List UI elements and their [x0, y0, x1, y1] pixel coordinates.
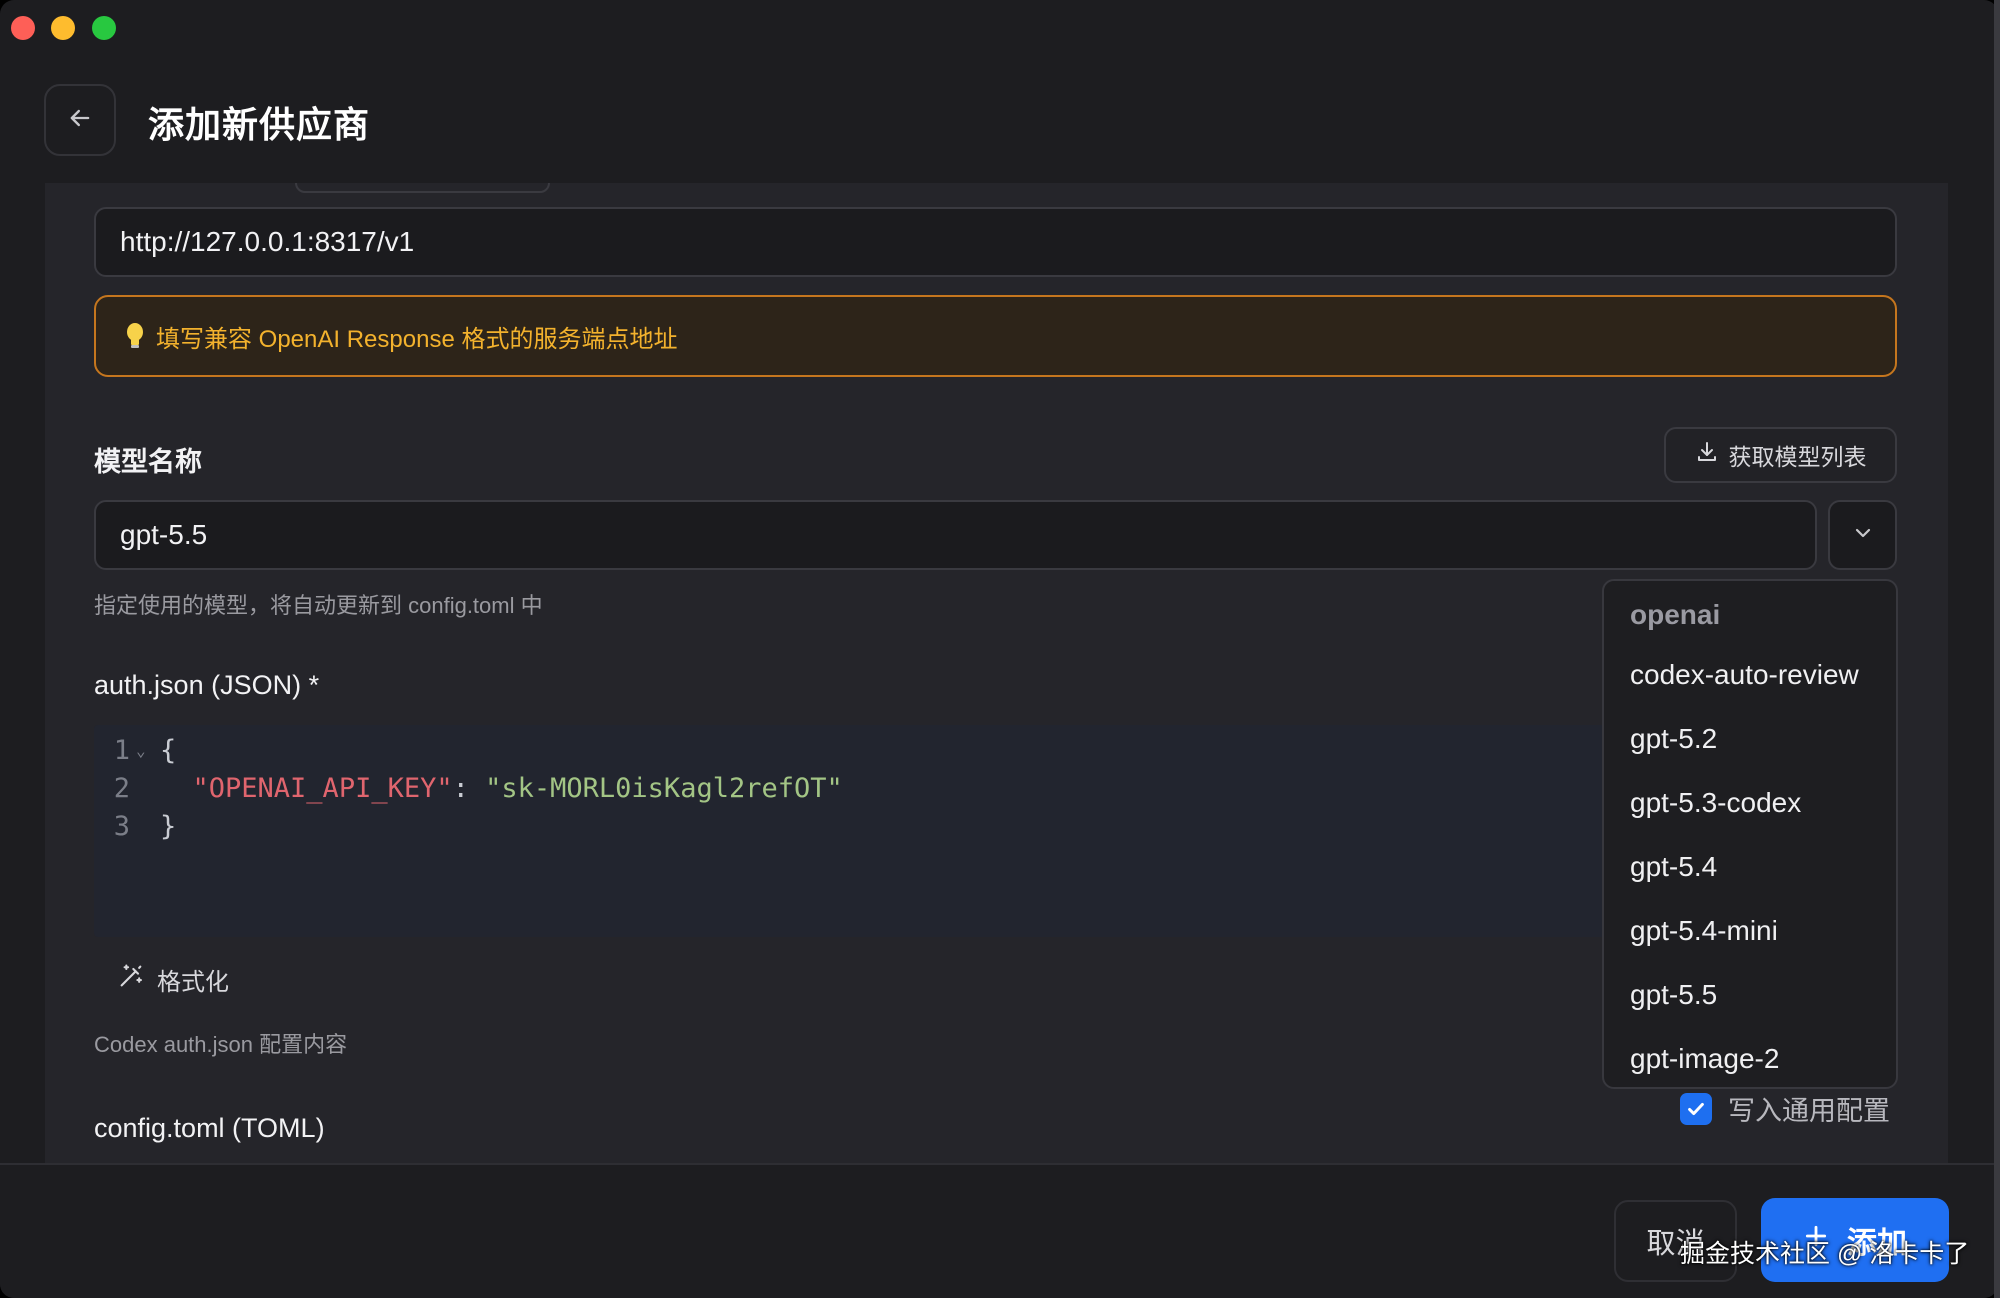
config-toml-label: config.toml (TOML)	[94, 1113, 325, 1143]
menu-group-header: openai	[1630, 599, 1721, 630]
app-window: 添加新供应商 http://127.0.0.1:8317/v1 填写兼容 Ope…	[0, 0, 1998, 1298]
section-divider	[295, 183, 550, 193]
code-text: {	[160, 734, 177, 766]
arrow-left-icon	[66, 104, 94, 137]
line-number: 1	[113, 734, 130, 766]
endpoint-url-input[interactable]: http://127.0.0.1:8317/v1	[94, 207, 1897, 277]
endpoint-url-value: http://127.0.0.1:8317/v1	[120, 226, 415, 257]
json-string-value: "sk-MORL0isKagl2refOT"	[485, 772, 843, 804]
code-text: }	[160, 810, 177, 842]
json-key: "OPENAI_API_KEY"	[192, 772, 453, 804]
write-common-config-label: 写入通用配置	[1728, 1096, 1890, 1126]
close-window-button[interactable]	[11, 16, 35, 40]
back-button[interactable]	[44, 84, 116, 156]
menu-item-gpt-image-2[interactable]: gpt-image-2	[1604, 1027, 1896, 1087]
window-edge	[1994, 0, 2000, 1298]
auth-json-label: auth.json (JSON) *	[94, 670, 320, 700]
menu-item-gpt-5-2[interactable]: gpt-5.2	[1604, 707, 1896, 771]
fetch-model-list-label: 获取模型列表	[1728, 444, 1867, 470]
lightbulb-icon	[124, 322, 146, 350]
page-title: 添加新供应商	[148, 104, 371, 145]
download-icon	[1695, 440, 1719, 470]
code-line: 3 }	[94, 807, 177, 845]
magic-wand-icon	[117, 962, 145, 997]
menu-item-gpt-5-5[interactable]: gpt-5.5	[1604, 963, 1896, 1027]
model-dropdown-toggle[interactable]	[1828, 500, 1897, 570]
line-number: 2	[113, 772, 130, 804]
model-name-value: gpt-5.5	[120, 519, 208, 550]
write-common-config-toggle[interactable]: 写入通用配置	[1680, 1089, 1890, 1128]
endpoint-tip-text: 填写兼容 OpenAI Response 格式的服务端点地址	[156, 325, 678, 353]
code-line: 1 ⌄ {	[94, 731, 177, 769]
code-line: 2 "OPENAI_API_KEY" : "sk-MORL0isKagl2ref…	[94, 769, 843, 807]
watermark: 掘金技术社区 @ 洛卡卡了	[1680, 1240, 1970, 1268]
format-button[interactable]: 格式化	[117, 959, 229, 999]
zoom-window-button[interactable]	[92, 16, 116, 40]
line-number: 3	[113, 810, 130, 842]
fold-chevron-icon[interactable]: ⌄	[136, 741, 160, 760]
chevron-down-icon	[1851, 521, 1875, 550]
model-dropdown-menu: openai codex-auto-review gpt-5.2 gpt-5.3…	[1602, 579, 1898, 1089]
endpoint-tip-banner: 填写兼容 OpenAI Response 格式的服务端点地址	[94, 295, 1897, 377]
fetch-model-list-button[interactable]: 获取模型列表	[1664, 427, 1897, 483]
footer-bar: 取消 添加	[0, 1163, 1998, 1298]
model-hint: 指定使用的模型，将自动更新到 config.toml 中	[94, 593, 543, 618]
model-name-input[interactable]: gpt-5.5	[94, 500, 1817, 570]
menu-item-gpt-5-4[interactable]: gpt-5.4	[1604, 835, 1896, 899]
menu-item-codex-auto-review[interactable]: codex-auto-review	[1604, 643, 1896, 707]
menu-item-gpt-5-3-codex[interactable]: gpt-5.3-codex	[1604, 771, 1896, 835]
json-separator: :	[452, 772, 486, 804]
format-button-label: 格式化	[157, 968, 229, 996]
menu-item-gpt-5-4-mini[interactable]: gpt-5.4-mini	[1604, 899, 1896, 963]
minimize-window-button[interactable]	[51, 16, 75, 40]
model-name-label: 模型名称	[94, 447, 202, 477]
checkbox-checked-icon[interactable]	[1680, 1092, 1712, 1125]
auth-json-hint: Codex auth.json 配置内容	[94, 1032, 348, 1057]
